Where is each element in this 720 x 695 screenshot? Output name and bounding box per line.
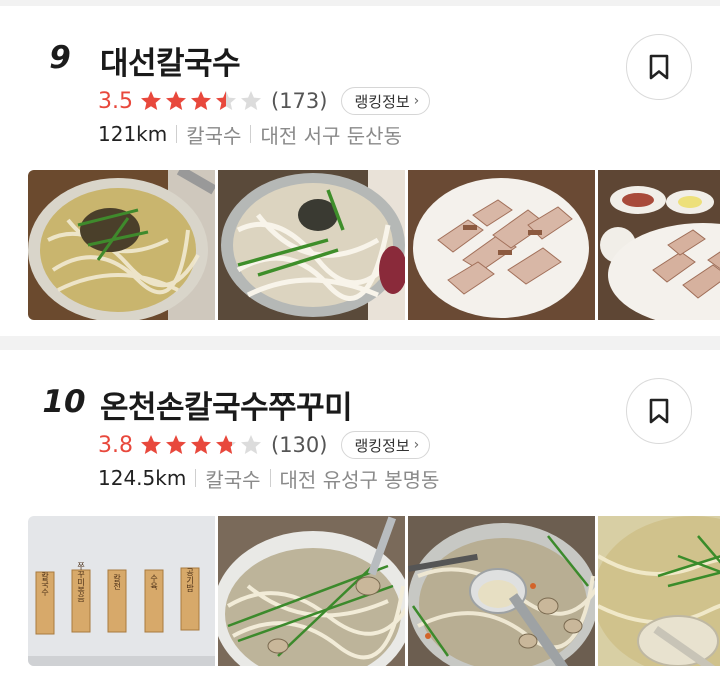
distance: 124.5km	[98, 466, 187, 490]
bookmark-button[interactable]	[626, 378, 692, 444]
restaurant-ranking-list: 9 대선칼국수 3.5 (173) 랭킹정보 › 121km 칼국수 대전 서구…	[0, 0, 720, 695]
rating-score: 3.8	[98, 432, 133, 458]
category: 칼국수	[205, 467, 261, 492]
rating-score: 3.5	[98, 88, 133, 114]
restaurant-meta: 121km 칼국수 대전 서구 둔산동	[98, 120, 402, 148]
rating-row: 3.5 (173) 랭킹정보 ›	[98, 86, 431, 116]
star-icon	[216, 91, 236, 110]
address: 대전 서구 둔산동	[260, 123, 402, 148]
restaurant-name[interactable]: 대선칼국수	[100, 38, 241, 83]
ranking-info-button[interactable]: 랭킹정보 ›	[341, 87, 431, 115]
menu-board-text: 칼전	[112, 574, 121, 590]
divider	[269, 469, 271, 487]
star-icon	[141, 435, 161, 454]
menu-board-photo[interactable]: 칼국수 쭈꾸미볶음 칼전 수육 공기밥	[28, 516, 215, 666]
star-icon	[141, 91, 161, 110]
distance: 121km	[98, 122, 168, 146]
photo-carousel[interactable]	[28, 170, 720, 320]
star-rating	[139, 89, 263, 113]
noodle-soup-photo[interactable]	[598, 516, 720, 666]
noodle-soup-photo[interactable]	[218, 170, 405, 320]
ranking-info-label: 랭킹정보	[354, 92, 410, 111]
menu-board-text: 쭈꾸미볶음	[77, 562, 86, 602]
divider	[250, 125, 252, 143]
clam-noodle-ladle-photo[interactable]	[408, 516, 595, 666]
bookmark-button[interactable]	[626, 34, 692, 100]
star-icon	[166, 91, 186, 110]
category: 칼국수	[186, 123, 242, 148]
menu-board-text: 수육	[150, 574, 159, 591]
star-icon	[216, 435, 236, 454]
review-count: (173)	[271, 89, 328, 113]
rank-number: 9	[49, 40, 71, 76]
star-icon	[241, 435, 261, 454]
divider	[195, 469, 197, 487]
bookmark-icon	[649, 54, 669, 80]
chevron-right-icon: ›	[413, 93, 420, 109]
star-icon	[191, 435, 211, 454]
clam-noodle-photo[interactable]	[218, 516, 405, 666]
restaurant-meta: 124.5km 칼국수 대전 유성구 봉명동	[98, 464, 439, 492]
restaurant-name[interactable]: 온천손칼국수쭈꾸미	[100, 382, 353, 427]
menu-board-text: 공기밥	[185, 568, 194, 592]
star-icon	[191, 91, 211, 110]
rating-row: 3.8 (130) 랭킹정보 ›	[98, 430, 431, 460]
menu-board-text: 칼국수	[40, 572, 49, 597]
bookmark-icon	[649, 398, 669, 424]
restaurant-card[interactable]: 10 온천손칼국수쭈꾸미 3.8 (130) 랭킹정보 › 124.5km 칼국…	[0, 350, 720, 695]
divider	[176, 125, 178, 143]
noodle-soup-photo[interactable]	[28, 170, 215, 320]
boiled-pork-photo[interactable]	[598, 170, 720, 320]
photo-carousel[interactable]: 칼국수 쭈꾸미볶음 칼전 수육 공기밥	[28, 516, 720, 666]
star-icon	[166, 435, 186, 454]
restaurant-card[interactable]: 9 대선칼국수 3.5 (173) 랭킹정보 › 121km 칼국수 대전 서구…	[0, 6, 720, 336]
boiled-pork-photo[interactable]	[408, 170, 595, 320]
star-icon	[241, 91, 261, 110]
review-count: (130)	[271, 433, 328, 457]
ranking-info-label: 랭킹정보	[354, 436, 410, 455]
star-rating	[139, 433, 263, 457]
rank-number: 10	[42, 384, 86, 420]
address: 대전 유성구 봉명동	[279, 467, 440, 492]
ranking-info-button[interactable]: 랭킹정보 ›	[341, 431, 431, 459]
chevron-right-icon: ›	[413, 437, 420, 453]
